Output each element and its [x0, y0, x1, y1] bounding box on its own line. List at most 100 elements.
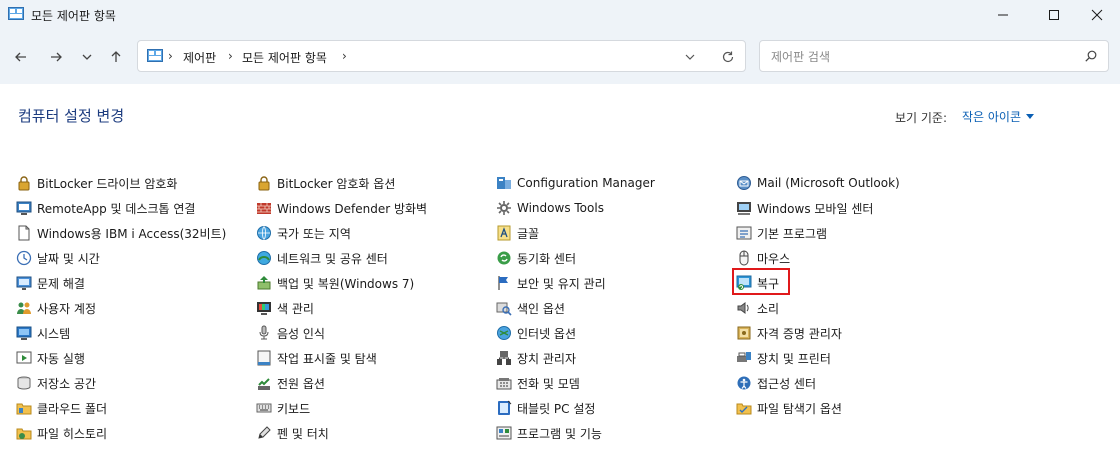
item-credential-manager[interactable]: 자격 증명 관리자: [736, 322, 842, 344]
item-keyboard[interactable]: 키보드: [256, 397, 310, 419]
caret-down-icon[interactable]: [1026, 113, 1035, 120]
item-ease-of-access[interactable]: 접근성 센터: [736, 372, 816, 394]
item-cloud-folders[interactable]: 클라우드 폴더: [16, 397, 107, 419]
item-bitlocker-drive-encryption[interactable]: BitLocker 드라이브 암호화: [16, 172, 177, 194]
control-panel-icon: [147, 49, 163, 62]
arrow-left-icon: [15, 52, 26, 62]
item-mouse[interactable]: 마우스: [736, 247, 790, 269]
breadcrumb-control-panel[interactable]: 제어판: [183, 49, 216, 66]
item-region[interactable]: 국가 또는 지역: [256, 222, 351, 244]
item-pen-touch[interactable]: 펜 및 터치: [256, 422, 329, 444]
mail-icon: [736, 175, 752, 191]
item-system[interactable]: 시스템: [16, 322, 70, 344]
breadcrumb-chevron-icon[interactable]: ›: [342, 49, 347, 63]
clock-icon: [16, 250, 32, 266]
monitor-icon: [16, 325, 32, 341]
view-by-dropdown[interactable]: 작은 아이콘: [962, 108, 1035, 125]
mobility-icon: [736, 200, 752, 216]
view-by-value[interactable]: 작은 아이콘: [962, 108, 1021, 125]
item-windows-tools[interactable]: Windows Tools: [496, 197, 604, 219]
back-button[interactable]: [12, 48, 30, 66]
autoplay-icon: [16, 350, 32, 366]
item-user-accounts[interactable]: 사용자 계정: [16, 297, 96, 319]
page-title: 컴퓨터 설정 변경: [18, 107, 125, 125]
bitlocker-key-icon: [256, 175, 272, 191]
item-backup-restore[interactable]: 백업 및 복원(Windows 7): [256, 272, 414, 294]
item-network-sharing[interactable]: 네트워크 및 공유 센터: [256, 247, 388, 269]
item-ibm-i-access[interactable]: Windows용 IBM i Access(32비트): [16, 222, 226, 244]
search-box[interactable]: [759, 40, 1109, 72]
item-mobility-center[interactable]: Windows 모바일 센터: [736, 197, 873, 219]
printer-icon: [736, 350, 752, 366]
item-internet-options[interactable]: 인터넷 옵션: [496, 322, 576, 344]
color-icon: [256, 300, 272, 316]
item-default-programs[interactable]: 기본 프로그램: [736, 222, 827, 244]
item-taskbar-navigation[interactable]: 작업 표시줄 및 탐색: [256, 347, 377, 369]
item-sync-center[interactable]: 동기화 센터: [496, 247, 576, 269]
search-input[interactable]: [769, 47, 1073, 67]
item-configuration-manager[interactable]: Configuration Manager: [496, 172, 655, 194]
control-panel-icon: [8, 7, 24, 20]
minimize-button[interactable]: [980, 0, 1026, 30]
breadcrumb-chevron-icon[interactable]: ›: [168, 49, 173, 63]
item-programs-features[interactable]: 프로그램 및 기능: [496, 422, 602, 444]
refresh-icon[interactable]: [721, 50, 735, 64]
globe-icon: [256, 225, 272, 241]
search-icon[interactable]: [1084, 49, 1098, 63]
recovery-highlight-box: [732, 268, 790, 295]
item-date-time[interactable]: 날짜 및 시간: [16, 247, 100, 269]
up-button[interactable]: [107, 48, 125, 66]
storage-icon: [16, 375, 32, 391]
mouse-icon: [736, 250, 752, 266]
item-indexing-options[interactable]: 색인 옵션: [496, 297, 565, 319]
device-manager-icon: [496, 350, 512, 366]
phone-icon: [496, 375, 512, 391]
pen-icon: [256, 425, 272, 441]
item-speech-recognition[interactable]: 음성 인식: [256, 322, 325, 344]
item-file-history[interactable]: 파일 히스토리: [16, 422, 107, 444]
close-button[interactable]: [1074, 0, 1120, 30]
maximize-button[interactable]: [1031, 0, 1077, 30]
arrow-up-icon: [111, 51, 121, 62]
config-manager-icon: [496, 175, 512, 191]
microphone-icon: [256, 325, 272, 341]
speaker-icon: [736, 300, 752, 316]
window-title: 모든 제어판 항목: [31, 9, 116, 23]
navigation-bar: › 제어판 › 모든 제어판 항목 ›: [0, 30, 1120, 84]
tablet-icon: [496, 400, 512, 416]
item-devices-printers[interactable]: 장치 및 프린터: [736, 347, 831, 369]
recent-locations-button[interactable]: [78, 48, 96, 66]
item-file-explorer-options[interactable]: 파일 탐색기 옵션: [736, 397, 842, 419]
breadcrumb-chevron-icon[interactable]: ›: [228, 49, 233, 63]
item-security-maintenance[interactable]: 보안 및 유지 관리: [496, 272, 606, 294]
gear-icon: [496, 200, 512, 216]
item-sound[interactable]: 소리: [736, 297, 779, 319]
item-troubleshooting[interactable]: 문제 해결: [16, 272, 85, 294]
troubleshoot-icon: [16, 275, 32, 291]
item-device-manager[interactable]: 장치 관리자: [496, 347, 576, 369]
document-icon: [16, 225, 32, 241]
breadcrumb-all-items[interactable]: 모든 제어판 항목: [242, 49, 327, 66]
accessibility-icon: [736, 375, 752, 391]
item-mail[interactable]: Mail (Microsoft Outlook): [736, 172, 900, 194]
item-color-management[interactable]: 색 관리: [256, 297, 314, 319]
file-history-icon: [16, 425, 32, 441]
flag-icon: [496, 275, 512, 291]
item-tablet-pc-settings[interactable]: 태블릿 PC 설정: [496, 397, 595, 419]
address-bar[interactable]: › 제어판 › 모든 제어판 항목 ›: [137, 40, 746, 72]
item-bitlocker-options[interactable]: BitLocker 암호화 옵션: [256, 172, 395, 194]
font-icon: [496, 225, 512, 241]
item-autoplay[interactable]: 자동 실행: [16, 347, 85, 369]
item-remoteapp[interactable]: RemoteApp 및 데스크톱 연결: [16, 197, 195, 219]
cloud-folder-icon: [16, 400, 32, 416]
item-power-options[interactable]: 전원 옵션: [256, 372, 325, 394]
address-dropdown-icon[interactable]: [684, 51, 696, 63]
close-icon: [1091, 9, 1103, 21]
default-programs-icon: [736, 225, 752, 241]
item-fonts[interactable]: 글꼴: [496, 222, 539, 244]
power-icon: [256, 375, 272, 391]
item-storage-spaces[interactable]: 저장소 공간: [16, 372, 96, 394]
item-phone-modem[interactable]: 전화 및 모뎀: [496, 372, 580, 394]
item-defender-firewall[interactable]: Windows Defender 방화벽: [256, 197, 427, 219]
forward-button[interactable]: [47, 48, 65, 66]
